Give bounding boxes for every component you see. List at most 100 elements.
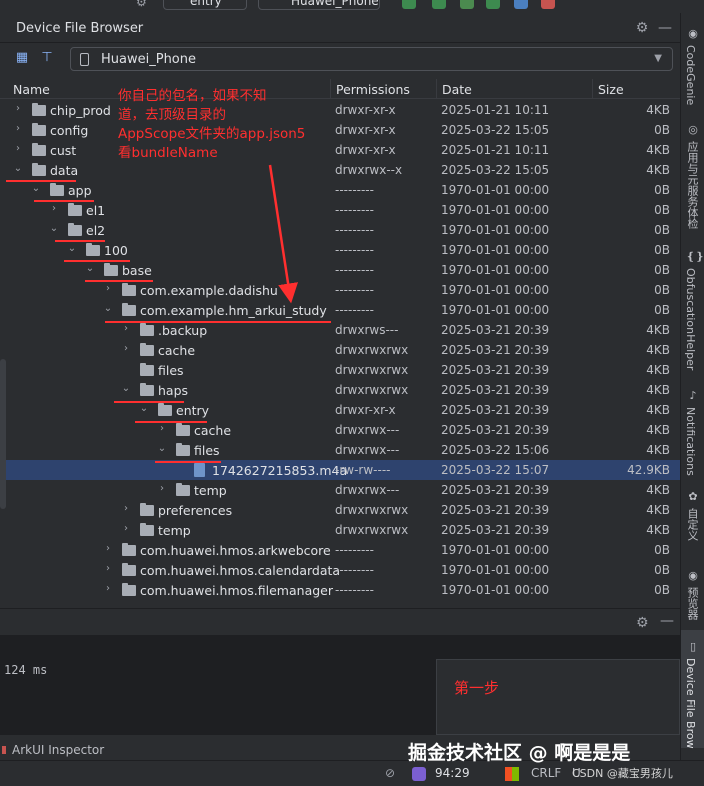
chevron-right-icon[interactable]: › [121, 503, 131, 514]
table-row[interactable]: › com.huawei.hmos.calendardata --------- 19… [0, 560, 680, 580]
chevron-down-icon[interactable]: ⌄ [103, 303, 113, 314]
inspection-icon[interactable]: ⊘ [385, 766, 395, 780]
chevron-right-icon[interactable]: › [13, 103, 23, 114]
table-row[interactable]: › cache drwxrwxrwx 2025-03-21 20:39 4KB [0, 340, 680, 360]
stripe-app-service[interactable]: 应用与元服务体检 [684, 141, 700, 229]
table-row[interactable]: ⌄ files drwxrwx--- 2025-03-22 15:06 4KB [0, 440, 680, 460]
row-date: 2025-01-21 10:11 [441, 143, 550, 157]
stripe-notifications[interactable]: Notifications [684, 407, 697, 476]
device-selector[interactable]: Huawei_Phone [258, 0, 380, 10]
annotation-underline [64, 260, 130, 262]
stop-icon[interactable] [541, 0, 555, 9]
stripe-obfuscation[interactable]: ObfuscationHelper [684, 268, 697, 370]
plugin-icon[interactable] [412, 767, 426, 781]
table-row[interactable]: › preferences drwxrwxrwx 2025-03-21 20:39 4K… [0, 500, 680, 520]
stripe-preview[interactable]: 预览器 [684, 587, 700, 620]
row-date: 2025-03-21 20:39 [441, 343, 550, 357]
device-combo[interactable]: Huawei_Phone ▼ [70, 47, 673, 71]
chevron-right-icon[interactable]: › [121, 323, 131, 334]
row-name: .backup [158, 323, 208, 338]
table-row[interactable]: › .backup drwxrws--- 2025-03-21 20:39 4KB [0, 320, 680, 340]
table-row[interactable]: › el1 --------- 1970-01-01 00:00 0B [0, 200, 680, 220]
profile-icon[interactable] [460, 0, 474, 9]
tool-window-header: Device File Browser ⚙ — [0, 13, 680, 43]
chevron-down-icon[interactable]: ⌄ [121, 383, 131, 394]
settings-gear-icon[interactable] [656, 0, 670, 9]
chevron-right-icon[interactable]: › [103, 583, 113, 594]
arkui-inspector-tab[interactable]: ArkUI Inspector [0, 740, 300, 760]
column-name[interactable]: Name [13, 82, 50, 97]
run-icon[interactable] [402, 0, 416, 9]
grid-view-icon[interactable]: ▦ [13, 49, 31, 67]
table-row[interactable]: › com.huawei.hmos.arkwebcore --------- 1970… [0, 540, 680, 560]
stripe-custom[interactable]: 自定义 [684, 508, 700, 541]
tree-view-icon[interactable]: ⊤ [38, 49, 56, 67]
chevron-down-icon[interactable]: ⌄ [157, 443, 167, 454]
folder-icon [86, 243, 100, 256]
chevron-right-icon[interactable]: › [13, 123, 23, 134]
table-row[interactable]: › cache drwxrwx--- 2025-03-21 20:39 4KB [0, 420, 680, 440]
run-config-combo[interactable]: entry [163, 0, 247, 10]
settings-icon[interactable]: ⚙ [136, 0, 150, 9]
search-icon[interactable] [612, 0, 626, 9]
table-row[interactable]: › config drwxr-xr-x 2025-03-22 15:05 0B [0, 120, 680, 140]
chevron-down-icon[interactable]: ⌄ [139, 403, 149, 414]
table-row[interactable]: › chip_prod drwxr-xr-x 2025-01-21 10:11 4KB [0, 100, 680, 120]
debug-icon[interactable] [432, 0, 446, 9]
chevron-right-icon[interactable]: › [103, 283, 113, 294]
chevron-down-icon[interactable]: ⌄ [49, 223, 59, 234]
table-row[interactable]: ⌄ com.example.hm_arkui_study --------- 1970… [0, 300, 680, 320]
column-date[interactable]: Date [442, 82, 472, 97]
chevron-down-icon[interactable]: ⌄ [13, 163, 23, 174]
table-row[interactable]: ⌄ haps drwxrwxrwx 2025-03-21 20:39 4KB [0, 380, 680, 400]
table-row[interactable]: ⌄ base --------- 1970-01-01 00:00 0B [0, 260, 680, 280]
chevron-right-icon[interactable]: › [121, 343, 131, 354]
folder-icon [122, 583, 136, 596]
stripe-dfb-tab[interactable]: ▯ Device File Brow [681, 630, 704, 749]
minimize-icon[interactable]: — [660, 613, 674, 629]
chevron-down-icon[interactable]: ⌄ [85, 263, 95, 274]
row-permissions: drwxrwxrwx [335, 383, 409, 397]
chevron-right-icon[interactable]: › [157, 423, 167, 434]
table-row[interactable]: ⌄ 100 --------- 1970-01-01 00:00 0B [0, 240, 680, 260]
table-row[interactable]: ⌄ app --------- 1970-01-01 00:00 0B [0, 180, 680, 200]
row-size: 4KB [646, 103, 670, 117]
stripe-codegenie[interactable]: CodeGenie [684, 45, 697, 105]
column-size[interactable]: Size [598, 82, 624, 97]
row-name: app [68, 183, 92, 198]
reload-icon[interactable] [486, 0, 500, 9]
table-row[interactable]: › com.example.dadishu --------- 1970-01-01 … [0, 280, 680, 300]
gear-icon[interactable]: ⚙ [633, 19, 651, 37]
column-permissions[interactable]: Permissions [336, 82, 410, 97]
chevron-right-icon[interactable]: › [103, 563, 113, 574]
row-size: 4KB [646, 503, 670, 517]
annotation-underline [155, 461, 221, 463]
table-row[interactable]: files drwxrwxrwx 2025-03-21 20:39 4KB [0, 360, 680, 380]
gear-icon[interactable]: ⚙ [636, 615, 649, 631]
chevron-right-icon[interactable]: › [49, 203, 59, 214]
minimize-icon[interactable]: — [656, 19, 674, 37]
attach-icon[interactable] [514, 0, 528, 9]
chevron-down-icon[interactable]: ⌄ [31, 183, 41, 194]
table-row[interactable]: ⌄ entry drwxr-xr-x 2025-03-21 20:39 4KB [0, 400, 680, 420]
annotation-underline [114, 401, 184, 403]
row-name: com.huawei.hmos.arkwebcore [140, 543, 331, 558]
table-row[interactable]: › temp drwxrwx--- 2025-03-21 20:39 4KB [0, 480, 680, 500]
table-row[interactable]: › com.huawei.hmos.filemanager --------- 197… [0, 580, 680, 600]
table-row[interactable]: › cust drwxr-xr-x 2025-01-21 10:11 4KB [0, 140, 680, 160]
line-ending[interactable]: CRLF [531, 766, 561, 780]
chevron-right-icon[interactable]: › [103, 543, 113, 554]
tool-window-title: Device File Browser [16, 21, 144, 36]
table-row[interactable]: › temp drwxrwxrwx 2025-03-21 20:39 4KB [0, 520, 680, 540]
chevron-right-icon[interactable]: › [13, 143, 23, 154]
table-row[interactable]: ⌄ el2 --------- 1970-01-01 00:00 0B [0, 220, 680, 240]
cursor-position[interactable]: 94:29 [435, 766, 470, 780]
chevron-down-icon[interactable]: ⌄ [67, 243, 77, 254]
table-row[interactable]: ⌄ data drwxrwx--x 2025-03-22 15:05 4KB [0, 160, 680, 180]
row-date: 1970-01-01 00:00 [441, 263, 550, 277]
scrollbar[interactable] [0, 359, 6, 509]
table-row[interactable]: 1742627215853.m4a -rw-rw---- 2025-03-22 15… [0, 460, 680, 480]
chevron-right-icon[interactable]: › [157, 483, 167, 494]
row-permissions: --------- [335, 543, 374, 557]
chevron-right-icon[interactable]: › [121, 523, 131, 534]
